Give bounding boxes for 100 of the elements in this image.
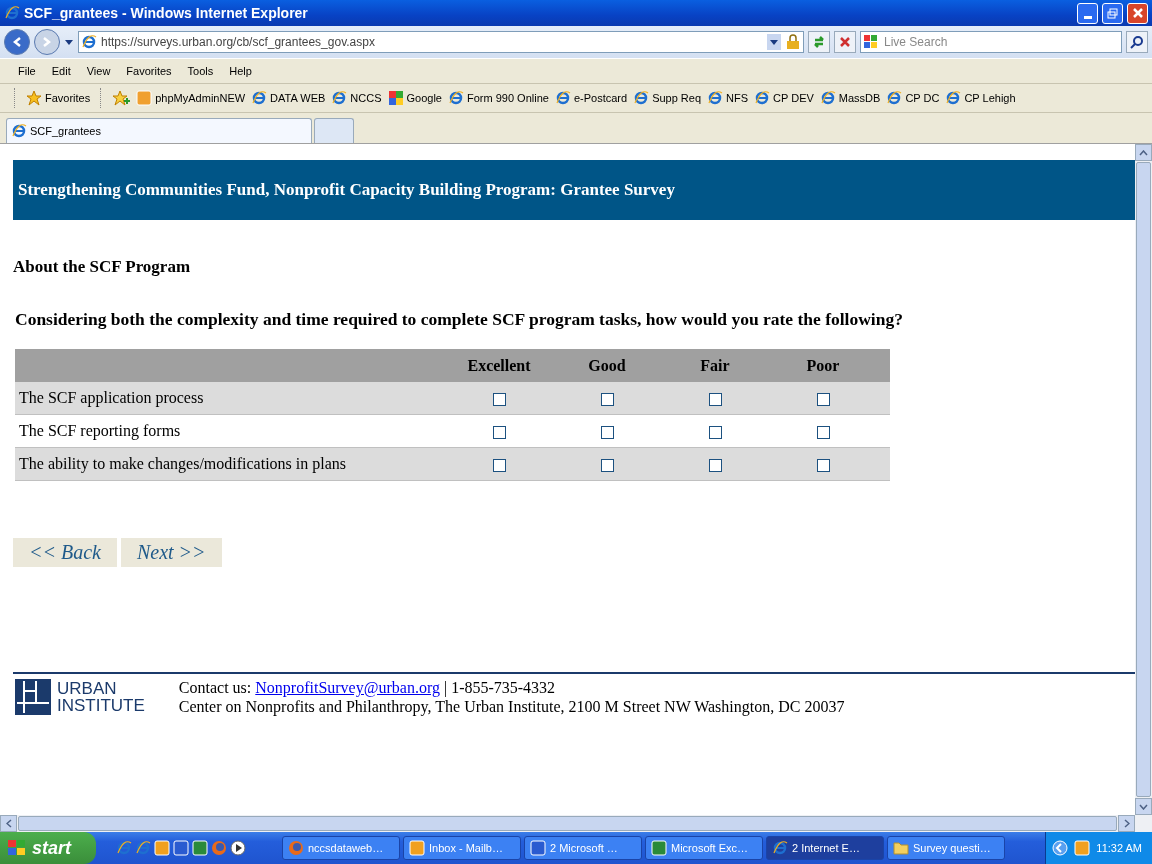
windows-flag-icon <box>864 35 878 49</box>
taskbar-button[interactable]: Survey questi… <box>887 836 1005 860</box>
logo-text: URBAN <box>57 680 118 697</box>
logo-text: INSTITUTE <box>57 697 145 714</box>
menu-item[interactable]: Edit <box>43 65 79 77</box>
browser-icon <box>772 840 788 856</box>
vertical-scrollbar[interactable] <box>1135 144 1152 815</box>
browser-tab[interactable]: SCF_grantees <box>6 118 312 143</box>
taskbar-button[interactable]: Microsoft Exc… <box>645 836 763 860</box>
checkbox[interactable] <box>816 425 830 439</box>
spreadsheet-app-icon <box>651 840 667 856</box>
globe-icon <box>211 840 227 856</box>
row-label: The SCF reporting forms <box>18 422 182 440</box>
checkbox[interactable] <box>708 425 722 439</box>
browser-icon <box>819 90 836 106</box>
play-icon <box>230 840 246 856</box>
checkbox[interactable] <box>600 392 614 406</box>
back-button[interactable]: << Back <box>13 538 117 567</box>
survey-banner: Strengthening Communities Fund, Nonprofit Capacity Building Program: Grantee Survey <box>13 160 1135 220</box>
chevron-icon[interactable] <box>1052 840 1069 856</box>
browser-icon <box>707 90 724 106</box>
stop-button[interactable] <box>834 31 856 53</box>
dropdown-icon[interactable] <box>767 34 781 50</box>
padlock-icon[interactable] <box>785 34 801 50</box>
menu-item[interactable]: Help <box>221 65 260 77</box>
column-header: Poor <box>805 356 841 375</box>
address-field[interactable]: https://surveys.urban.org/cb/scf_grantees_gov.aspx <box>78 31 804 53</box>
favorite-link[interactable]: CP DC <box>886 90 940 106</box>
browser-icon <box>554 90 571 106</box>
favorite-link[interactable]: CP Lehigh <box>945 90 1016 106</box>
browser-icon <box>633 90 650 106</box>
checkbox[interactable] <box>816 458 830 472</box>
browser-icon <box>81 34 97 50</box>
forward-button[interactable] <box>34 29 60 55</box>
back-button[interactable] <box>4 29 30 55</box>
browser-icon <box>754 90 771 106</box>
scroll-down-button[interactable] <box>1135 798 1152 815</box>
favorite-link[interactable]: phpMyAdminNEW <box>136 90 246 106</box>
favorite-link[interactable]: Supp Req <box>633 90 702 106</box>
checkbox[interactable] <box>708 458 722 472</box>
favorite-link[interactable]: Google <box>387 90 442 106</box>
horizontal-scrollbar[interactable] <box>0 815 1152 832</box>
globe-icon <box>288 840 304 856</box>
minimize-button[interactable] <box>1077 2 1098 24</box>
favorite-link[interactable]: NCCS <box>331 90 382 106</box>
browser-icon <box>886 90 903 106</box>
mail-app-icon <box>409 840 425 856</box>
checkbox[interactable] <box>708 392 722 406</box>
search-button[interactable] <box>1126 31 1148 53</box>
checkbox[interactable] <box>600 425 614 439</box>
email-link[interactable]: NonprofitSurvey@urban.org <box>255 679 440 696</box>
next-button[interactable]: Next >> <box>120 538 222 567</box>
add-favorite-icon[interactable] <box>112 90 131 106</box>
window-title: SCF_grantees - Windows Internet Explorer <box>24 5 309 21</box>
menu-item[interactable]: Tools <box>179 65 222 77</box>
favorite-link[interactable]: e-Postcard <box>554 90 628 106</box>
mail-app-icon <box>154 840 170 856</box>
scroll-left-button[interactable] <box>0 815 17 832</box>
taskbar-button[interactable]: nccsdataweb… <box>282 836 400 860</box>
dropdown-icon[interactable] <box>64 38 74 46</box>
refresh-button[interactable] <box>808 31 830 53</box>
section-heading: About the SCF Program <box>13 257 192 277</box>
row-label: The ability to make changes/modifications in plans <box>18 455 348 473</box>
menu-item[interactable]: File <box>10 65 44 77</box>
taskbar-button[interactable]: Inbox - Mailb… <box>403 836 521 860</box>
search-icon <box>1130 35 1144 49</box>
search-field[interactable]: Live Search <box>860 31 1122 53</box>
favorite-link[interactable]: CP DEV <box>754 90 814 106</box>
row-label: The SCF application process <box>18 389 205 407</box>
taskbar-button[interactable]: 2 Internet E… <box>766 836 884 860</box>
clock: 11:32 AM <box>1096 842 1142 854</box>
checkbox[interactable] <box>492 425 506 439</box>
browser-icon <box>448 90 464 106</box>
menu-item[interactable]: View <box>78 65 119 77</box>
menu-item[interactable]: Favorites <box>118 65 180 77</box>
restore-icon <box>1107 7 1118 19</box>
favorites-button[interactable]: Favorites <box>26 90 91 106</box>
favorite-link[interactable]: DATA WEB <box>251 90 326 106</box>
browser-icon <box>4 5 20 21</box>
checkbox[interactable] <box>492 458 506 472</box>
browser-icon <box>116 840 132 856</box>
spreadsheet-app-icon <box>192 840 208 856</box>
checkbox[interactable] <box>600 458 614 472</box>
mail-app-icon <box>1074 840 1091 856</box>
column-header: Fair <box>699 356 731 375</box>
close-button[interactable] <box>1127 2 1148 24</box>
taskbar-button[interactable]: 2 Microsoft … <box>524 836 642 860</box>
checkbox[interactable] <box>492 392 506 406</box>
contact-line: Contact us: NonprofitSurvey@urban.org | 1-855-735-4332 <box>178 678 557 697</box>
favorite-link[interactable]: NFS <box>707 90 749 106</box>
restore-button[interactable] <box>1102 2 1123 24</box>
document-app-icon <box>530 840 546 856</box>
favorite-link[interactable]: Form 990 Online <box>448 90 549 106</box>
checkbox[interactable] <box>816 392 830 406</box>
app-icon <box>136 90 153 106</box>
favorite-link[interactable]: MassDB <box>819 90 881 106</box>
scroll-right-button[interactable] <box>1118 815 1135 832</box>
close-icon <box>1130 6 1145 20</box>
scroll-up-button[interactable] <box>1135 144 1152 161</box>
browser-icon <box>331 90 348 106</box>
